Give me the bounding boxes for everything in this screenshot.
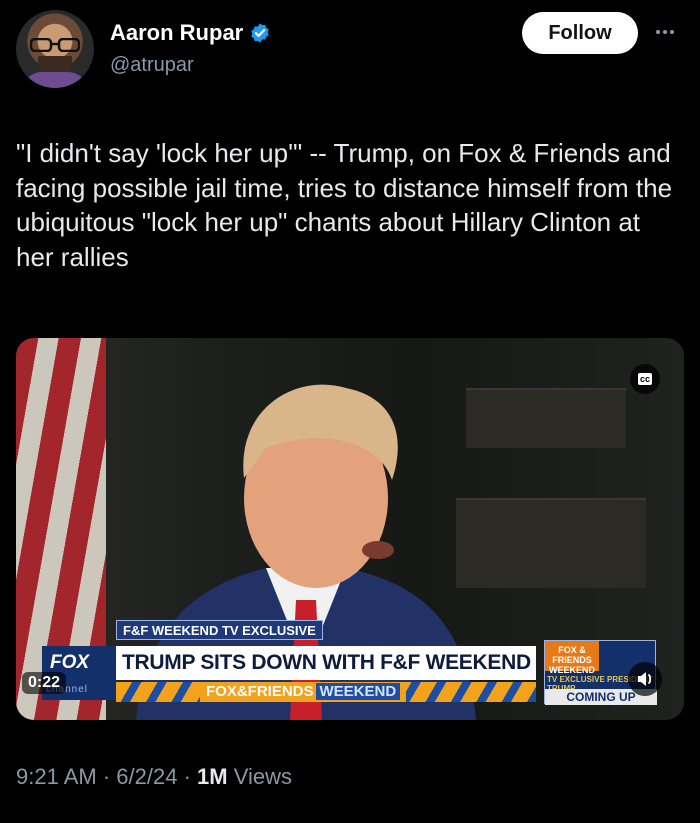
cc-label: cc — [637, 373, 652, 385]
views-count: 1M — [197, 764, 228, 789]
verified-badge-icon — [251, 23, 269, 43]
glasses-shape — [30, 38, 80, 52]
video-timer: 0:22 — [22, 672, 67, 694]
tweet-header: Aaron Rupar @atrupar Follow — [16, 10, 686, 90]
video-player[interactable]: cc F&F WEEKEND TV EXCLUSIVE FOX channel … — [16, 338, 684, 720]
author-name[interactable]: Aaron Rupar — [110, 20, 243, 46]
promo-top-text: FOX & FRIENDS WEEKEND — [545, 641, 599, 675]
news-chyron: F&F WEEKEND TV EXCLUSIVE FOX channel TRU… — [16, 620, 684, 720]
strip-brand: FOX&FRIENDS WEEKEND — [200, 682, 407, 702]
tweet-meta: 9:21 AM · 6/2/24 · 1M Views — [16, 764, 292, 790]
strip-brand-text: FOX&FRIENDS — [206, 683, 314, 700]
more-options-icon[interactable] — [650, 22, 680, 42]
avatar-shirt — [22, 72, 88, 88]
chyron-strip: FOX&FRIENDS WEEKEND — [116, 682, 536, 702]
tweet-time[interactable]: 9:21 AM — [16, 764, 97, 789]
follow-button[interactable]: Follow — [522, 12, 638, 54]
tweet-text: "I didn't say 'lock her up'" -- Trump, o… — [16, 138, 673, 272]
author-name-row: Aaron Rupar — [110, 20, 271, 46]
closed-captions-icon[interactable]: cc — [630, 364, 660, 394]
separator-dot: · — [183, 764, 198, 789]
chyron-headline: TRUMP SITS DOWN WITH F&F WEEKEND — [116, 646, 536, 680]
separator-dot: · — [102, 764, 117, 789]
fox-logo-text: FOX — [50, 652, 90, 673]
strip-weekend-text: WEEKEND — [315, 683, 401, 700]
volume-icon[interactable] — [628, 662, 662, 696]
author-handle[interactable]: @atrupar — [110, 54, 194, 77]
avatar[interactable] — [16, 10, 94, 88]
exclusive-tag: F&F WEEKEND TV EXCLUSIVE — [116, 620, 323, 640]
tweet-date[interactable]: 6/2/24 — [116, 764, 177, 789]
speaker-icon — [638, 672, 652, 686]
views-label: Views — [233, 764, 293, 789]
